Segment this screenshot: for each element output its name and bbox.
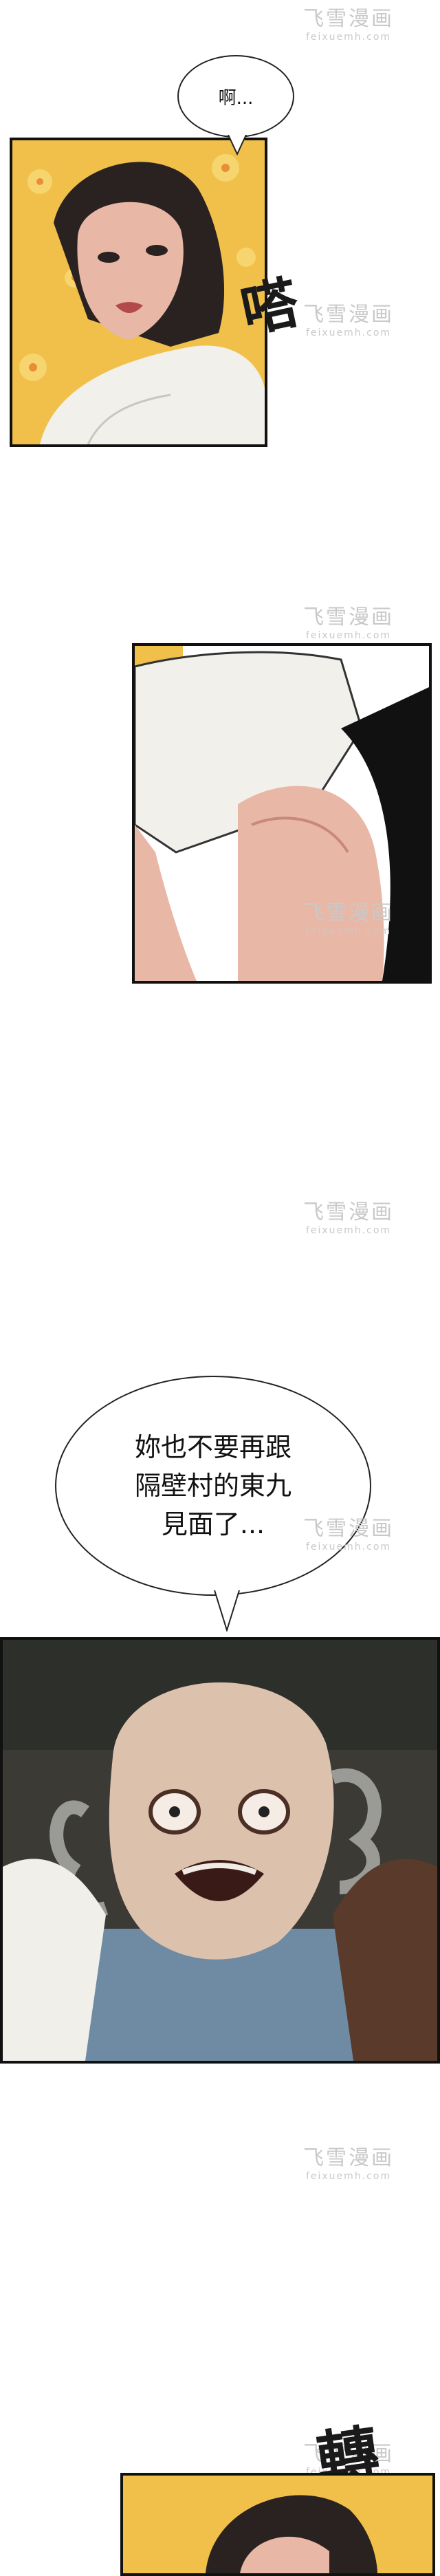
watermark-2: 飞雪漫画 feixuemh.com bbox=[283, 303, 414, 351]
watermark-4-title: 飞雪漫画 bbox=[303, 901, 394, 925]
panel-bottom-art bbox=[123, 2476, 432, 2573]
watermark-5-title: 飞雪漫画 bbox=[303, 1200, 394, 1224]
watermark-6-title: 飞雪漫画 bbox=[303, 1517, 394, 1541]
watermark-2-url: feixuemh.com bbox=[305, 327, 392, 338]
panel-old-man-art bbox=[3, 1640, 437, 2061]
speech-bubble-1-text: 啊... bbox=[218, 87, 254, 109]
speech-bubble-2-text: 妳也不要再跟 隔壁村的東九 見面了... bbox=[134, 1432, 292, 1539]
speech-bubble-2-tail bbox=[214, 1590, 240, 1632]
watermark-1-url: feixuemh.com bbox=[305, 32, 392, 43]
watermark-2-title: 飞雪漫画 bbox=[303, 303, 394, 327]
speech-bubble-1: 啊... bbox=[177, 55, 294, 138]
speech-bubble-1-tail bbox=[228, 135, 247, 155]
watermark-7-url: feixuemh.com bbox=[305, 2171, 392, 2182]
watermark-6: 飞雪漫画 feixuemh.com bbox=[283, 1517, 414, 1565]
watermark-3-title: 飞雪漫画 bbox=[303, 605, 394, 629]
watermark-3-url: feixuemh.com bbox=[305, 630, 392, 641]
watermark-5-url: feixuemh.com bbox=[305, 1225, 392, 1236]
panel-old-man bbox=[0, 1637, 440, 2064]
watermark-4-url: feixuemh.com bbox=[305, 926, 392, 937]
watermark-4: 飞雪漫画 feixuemh.com bbox=[283, 901, 414, 949]
panel-girl-art bbox=[12, 140, 265, 444]
watermark-5: 飞雪漫画 feixuemh.com bbox=[283, 1200, 414, 1248]
watermark-7-title: 飞雪漫画 bbox=[303, 2146, 394, 2170]
watermark-1-title: 飞雪漫画 bbox=[303, 7, 394, 31]
panel-girl-closeup bbox=[10, 138, 267, 447]
watermark-6-url: feixuemh.com bbox=[305, 1541, 392, 1552]
watermark-7: 飞雪漫画 feixuemh.com bbox=[283, 2146, 414, 2194]
panel-bottom-partial bbox=[120, 2473, 435, 2576]
watermark-1: 飞雪漫画 feixuemh.com bbox=[283, 7, 414, 55]
watermark-3: 飞雪漫画 feixuemh.com bbox=[283, 605, 414, 653]
